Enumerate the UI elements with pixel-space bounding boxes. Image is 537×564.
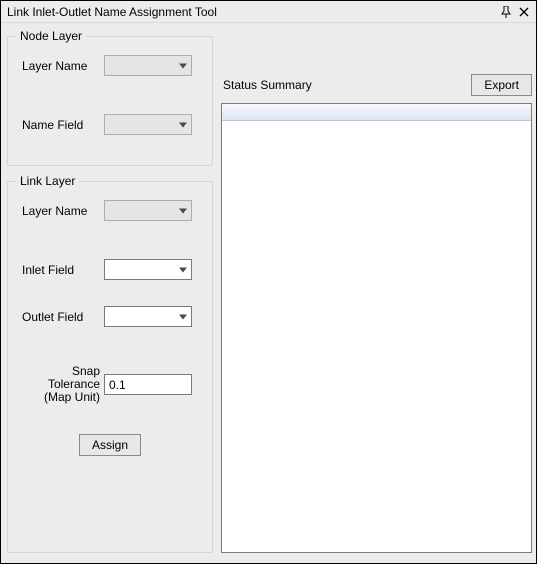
window-body: Node Layer Layer Name Name Field [1, 23, 536, 563]
status-header: Status Summary Export [221, 73, 532, 97]
left-panel: Node Layer Layer Name Name Field [5, 27, 215, 559]
inlet-field-combo[interactable] [104, 259, 192, 280]
assign-button-label: Assign [92, 438, 128, 452]
status-list-header [222, 104, 531, 121]
node-name-field-label: Name Field [16, 118, 104, 132]
node-layer-name-label: Layer Name [16, 59, 104, 73]
chevron-down-icon [179, 314, 187, 319]
snap-tolerance-label-l1: Snap Tolerance [22, 365, 100, 391]
node-name-field-combo[interactable] [104, 114, 192, 135]
close-icon[interactable] [516, 4, 532, 20]
snap-tolerance-value: 0.1 [109, 378, 126, 392]
chevron-down-icon [179, 208, 187, 213]
outlet-field-combo[interactable] [104, 306, 192, 327]
chevron-down-icon [179, 122, 187, 127]
export-button-label: Export [484, 78, 519, 92]
link-layer-group: Link Layer Layer Name Inlet Field [7, 174, 213, 553]
status-summary-label: Status Summary [221, 78, 471, 92]
snap-tolerance-label: Snap Tolerance (Map Unit) [16, 365, 104, 404]
inlet-field-label: Inlet Field [16, 263, 104, 277]
window-title: Link Inlet-Outlet Name Assignment Tool [7, 5, 496, 19]
outlet-field-label: Outlet Field [16, 310, 104, 324]
assign-button[interactable]: Assign [79, 434, 141, 456]
titlebar: Link Inlet-Outlet Name Assignment Tool [1, 1, 536, 23]
chevron-down-icon [179, 267, 187, 272]
tool-window: Link Inlet-Outlet Name Assignment Tool N… [0, 0, 537, 564]
snap-tolerance-input[interactable]: 0.1 [104, 374, 192, 395]
export-button[interactable]: Export [471, 74, 532, 96]
snap-tolerance-label-l2: (Map Unit) [22, 391, 100, 404]
link-layer-name-label: Layer Name [16, 204, 104, 218]
chevron-down-icon [179, 63, 187, 68]
pin-icon[interactable] [498, 4, 514, 20]
status-summary-list[interactable] [221, 103, 532, 553]
node-layer-legend: Node Layer [16, 29, 86, 43]
link-layer-name-combo[interactable] [104, 200, 192, 221]
node-layer-name-combo[interactable] [104, 55, 192, 76]
link-layer-legend: Link Layer [16, 174, 79, 188]
right-panel: Status Summary Export [221, 27, 532, 559]
node-layer-group: Node Layer Layer Name Name Field [7, 29, 213, 166]
